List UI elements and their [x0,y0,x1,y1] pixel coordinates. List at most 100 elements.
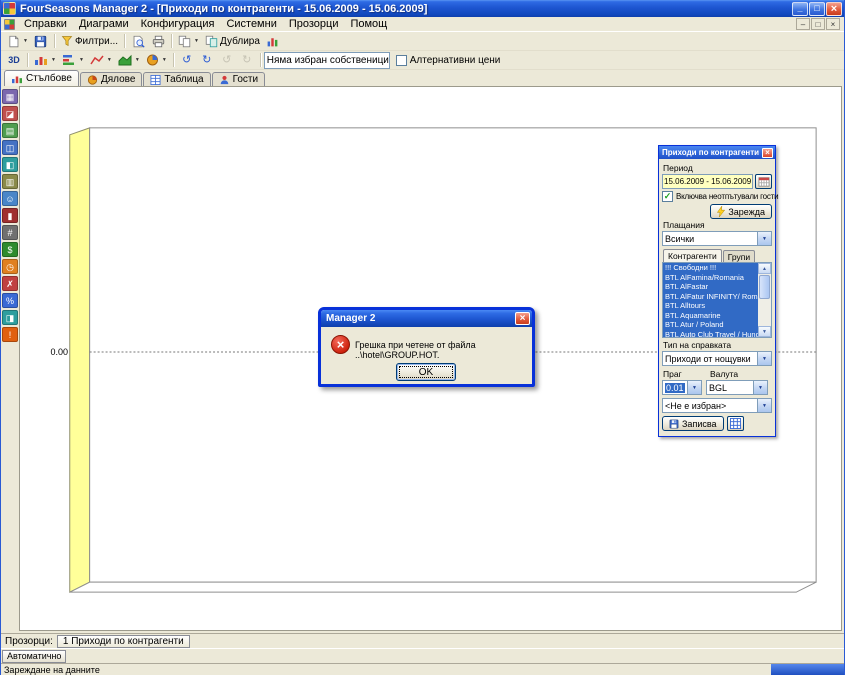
sidebar-copy-icon[interactable]: ◧ [2,157,18,172]
owner-combobox-arrow[interactable]: ▼ [389,53,390,68]
automatic-button[interactable]: Автоматично [2,650,66,663]
sidebar-percent-icon[interactable]: % [2,293,18,308]
tab-groups[interactable]: Групи [723,250,755,262]
scroll-up-button[interactable]: ▲ [758,263,771,274]
sidebar-book-icon[interactable]: ▮ [2,208,18,223]
report-type-combobox-arrow[interactable]: ▼ [757,352,771,365]
mdi-minimize-button[interactable]: – [796,18,810,30]
windows-bar-label: Прозорци: [5,636,53,647]
error-dialog-body: × Грешка при четене от файла ..\hotel\GR… [321,327,532,384]
ok-button[interactable]: OK [396,363,456,381]
spin-right-button[interactable]: ↻ [237,52,257,69]
new-document-icon [7,35,20,48]
threshold-arrow[interactable]: ▼ [687,381,701,394]
sidebar-clock-icon[interactable]: ◷ [2,259,18,274]
tab-bars[interactable]: Стълбове [4,70,79,86]
list-item[interactable]: BTL AlFastar [663,282,758,292]
sidebar-form-icon[interactable]: ▥ [2,174,18,189]
scroll-thumb[interactable] [759,275,770,299]
tab-shares[interactable]: Дялове [80,72,142,86]
list-item[interactable]: BTL AlFatur INFINITY/ Romani [663,292,758,302]
payments-combobox[interactable]: Всички ▼ [662,231,772,246]
chart-type-pie-button[interactable]: ▼ [143,52,170,69]
menu-item-konfiguracia[interactable]: Конфигурация [135,17,221,31]
sidebar-money-icon[interactable]: $ [2,242,18,257]
sidebar-guests-icon[interactable]: ☺ [2,191,18,206]
currency-combobox-arrow[interactable]: ▼ [753,381,767,394]
chart-report-button[interactable] [263,33,283,50]
sidebar-list-icon[interactable]: ▤ [2,123,18,138]
maximize-button[interactable]: □ [809,2,825,16]
window-tab-revenues[interactable]: 1 Приходи по контрагенти [57,635,190,648]
error-dialog-title-bar[interactable]: Manager 2 × [321,310,532,327]
chart-type-bars-button[interactable]: ▼ [31,52,59,69]
close-button[interactable]: × [826,2,842,16]
mdi-close-button[interactable]: × [826,18,840,30]
menu-item-diagrami[interactable]: Диаграми [73,17,135,31]
load-button[interactable]: Зарежда [710,204,772,219]
chart-type-area-button[interactable]: ▼ [115,52,143,69]
3d-label: 3D [8,55,20,65]
print-preview-button[interactable] [128,33,148,50]
menu-item-prozorci[interactable]: Прозорци [283,17,345,31]
copy-button[interactable]: ▼ [175,33,202,50]
save-button[interactable] [31,33,51,50]
view-3d-button[interactable]: 3D [4,52,24,69]
list-item[interactable]: !!! Свободни !!! [663,263,758,273]
chart-type-hbars-button[interactable]: ▼ [59,52,87,69]
sidebar-table-icon[interactable]: ▦ [2,89,18,104]
menu-item-pomosht[interactable]: Помощ [344,17,393,31]
counterparties-listbox[interactable]: !!! Свободни !!! BTL AlFamina/Romania BT… [662,262,772,338]
rotate-left-button[interactable]: ↺ [177,52,197,69]
list-item[interactable]: BTL Atur / Poland [663,320,758,330]
sidebar-report-icon[interactable]: ◪ [2,106,18,121]
calendar-button[interactable] [755,174,772,189]
list-item[interactable]: BTL Aquamarine [663,311,758,321]
currency-combobox[interactable]: BGL ▼ [706,380,768,395]
menu-bar: Справки Диаграми Конфигурация Системни П… [1,17,844,32]
alt-prices-checkbox[interactable] [396,55,407,66]
minimize-button[interactable]: _ [792,2,808,16]
owner-combobox[interactable]: Няма избран собственици ▼ [264,52,390,69]
toolbar-separator [27,53,28,67]
chart-type-line-button[interactable]: ▼ [87,52,115,69]
sidebar-window-icon[interactable]: ◫ [2,140,18,155]
tab-guests[interactable]: Гости [212,72,265,86]
save-report-button[interactable]: Записва [662,416,724,431]
duplicate-button[interactable]: Дублира [202,33,263,50]
sidebar-alert-icon[interactable]: ! [2,327,18,342]
panel-close-button[interactable]: × [762,148,773,158]
print-button[interactable] [148,33,168,50]
hotel-combobox[interactable]: <Не е избран> ▼ [662,398,772,413]
threshold-field[interactable]: 0.01 ▼ [662,380,702,395]
sidebar-calculator-icon[interactable]: # [2,225,18,240]
list-scrollbar[interactable]: ▲ ▼ [758,263,771,337]
alt-prices-option[interactable]: Алтернативни цени [396,55,501,66]
sidebar-stats-icon[interactable]: ◨ [2,310,18,325]
left-toolbar: ▦ ◪ ▤ ◫ ◧ ▥ ☺ ▮ # $ ◷ ✗ % ◨ ! [1,86,19,633]
new-report-button[interactable]: ▼ [4,33,31,50]
mdi-restore-button[interactable]: □ [811,18,825,30]
grid-view-button[interactable] [727,416,744,431]
scroll-down-button[interactable]: ▼ [758,326,771,337]
report-type-combobox[interactable]: Приходи от нощувки ▼ [662,351,772,366]
list-item[interactable]: BTL AlFamina/Romania [663,273,758,283]
hotel-combobox-arrow[interactable]: ▼ [757,399,771,412]
floppy-icon [34,35,47,48]
tab-table[interactable]: Таблица [143,72,210,86]
sidebar-delete-icon[interactable]: ✗ [2,276,18,291]
include-guests-checkbox[interactable]: ✓ [662,191,673,202]
tab-counterparties[interactable]: Контрагенти [663,249,722,262]
payments-combobox-arrow[interactable]: ▼ [757,232,771,245]
menu-item-sistemni[interactable]: Системни [220,17,282,31]
spin-left-button[interactable]: ↺ [217,52,237,69]
period-input[interactable] [662,174,753,189]
error-dialog-close-button[interactable]: × [515,312,530,325]
include-guests-option[interactable]: ✓ Включва неотпътували гости [662,191,772,202]
list-item[interactable]: BTL Auto Club Travel / Hunga [663,330,758,339]
rotate-right-button[interactable]: ↻ [197,52,217,69]
menu-item-spravki[interactable]: Справки [18,17,73,31]
filters-button[interactable]: Филтри... [58,33,121,50]
list-item[interactable]: BTL Alltours [663,301,758,311]
panel-title-bar[interactable]: Приходи по контрагенти × [659,146,775,159]
